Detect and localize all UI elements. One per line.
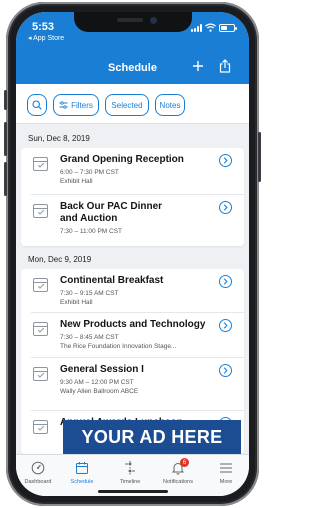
calendar-check-icon[interactable] bbox=[33, 322, 48, 336]
chevron-right-icon[interactable] bbox=[219, 319, 232, 332]
chevron-right-icon[interactable] bbox=[219, 275, 232, 288]
tab-timeline[interactable]: Timeline bbox=[108, 459, 152, 485]
sliders-icon bbox=[59, 101, 68, 109]
signal-icon bbox=[191, 24, 202, 32]
session-time: 7:30 – 9:15 AM CST bbox=[60, 290, 119, 297]
tab-label: Timeline bbox=[119, 479, 141, 485]
home-indicator bbox=[98, 490, 168, 493]
calendar-check-icon[interactable] bbox=[33, 204, 48, 218]
selected-label: Selected bbox=[111, 100, 143, 110]
tab-label: More bbox=[219, 479, 233, 485]
notch bbox=[74, 12, 192, 32]
tab-label: Schedule bbox=[70, 479, 94, 485]
day-header: Mon, Dec 9, 2019 bbox=[28, 255, 92, 264]
session-title: General Session I bbox=[60, 364, 144, 375]
phone-frame: 5:53 ◂ App Store Schedule Filters Select… bbox=[4, 2, 261, 506]
session-title: Continental Breakfast bbox=[60, 275, 164, 286]
session-item[interactable]: Grand Opening Reception 6:00 – 7:30 PM C… bbox=[21, 148, 244, 194]
wifi-icon bbox=[205, 23, 216, 32]
session-title: New Products and Technology bbox=[60, 319, 206, 330]
status-time: 5:53 bbox=[32, 21, 55, 33]
calendar-icon bbox=[76, 462, 88, 474]
battery-icon bbox=[219, 24, 237, 32]
filters-button[interactable]: Filters bbox=[53, 94, 99, 116]
chevron-right-icon[interactable] bbox=[219, 201, 232, 214]
search-button[interactable] bbox=[27, 94, 47, 116]
session-time: 7:30 – 8:45 AM CST bbox=[60, 334, 119, 341]
day-card: Grand Opening Reception 6:00 – 7:30 PM C… bbox=[21, 148, 244, 246]
day-header: Sun, Dec 8, 2019 bbox=[28, 134, 90, 143]
notes-button[interactable]: Notes bbox=[155, 94, 185, 116]
calendar-check-icon[interactable] bbox=[33, 420, 48, 434]
tab-label: Dashboard bbox=[24, 479, 52, 485]
tab-label: Notifications bbox=[163, 479, 193, 485]
share-icon bbox=[219, 59, 231, 73]
session-location: Exhibit Hall bbox=[60, 299, 93, 306]
app-header: 5:53 ◂ App Store Schedule bbox=[16, 12, 249, 84]
tab-notifications[interactable]: 6 Notifications bbox=[156, 458, 200, 485]
volume-down-button bbox=[4, 162, 7, 196]
filters-label: Filters bbox=[71, 100, 93, 110]
session-title: Grand Opening Reception bbox=[60, 154, 184, 165]
session-time: 6:00 – 7:30 PM CST bbox=[60, 169, 119, 176]
session-time: 7:30 – 11:00 PM CST bbox=[60, 228, 123, 235]
tab-schedule[interactable]: Schedule bbox=[60, 459, 104, 485]
session-item[interactable]: Back Our PAC Dinner and Auction 7:30 – 1… bbox=[21, 195, 244, 246]
status-icons bbox=[191, 23, 237, 32]
session-item[interactable]: New Products and Technology 7:30 – 8:45 … bbox=[21, 313, 244, 357]
session-location: The Rice Foundation Innovation Stage... bbox=[60, 343, 177, 350]
session-time: 9:30 AM – 12:00 PM CST bbox=[60, 379, 134, 386]
add-button[interactable] bbox=[188, 56, 208, 76]
session-item[interactable]: Continental Breakfast 7:30 – 9:15 AM CST… bbox=[21, 269, 244, 313]
chevron-right-icon[interactable] bbox=[219, 364, 232, 377]
notification-badge: 6 bbox=[180, 458, 189, 467]
menu-icon bbox=[220, 463, 232, 473]
power-button bbox=[258, 132, 261, 182]
back-to-app-store-link[interactable]: ◂ App Store bbox=[28, 34, 64, 42]
timeline-icon bbox=[125, 461, 135, 475]
notes-label: Notes bbox=[159, 100, 181, 110]
tab-dashboard[interactable]: Dashboard bbox=[16, 459, 60, 485]
share-button[interactable] bbox=[215, 56, 235, 76]
selected-button[interactable]: Selected bbox=[105, 94, 149, 116]
volume-up-button bbox=[4, 122, 7, 156]
tab-more[interactable]: More bbox=[204, 459, 248, 485]
calendar-check-icon[interactable] bbox=[33, 157, 48, 171]
session-location: Wally Allen Ballroom ABCE bbox=[60, 388, 139, 395]
ad-banner[interactable]: YOUR AD HERE bbox=[63, 420, 241, 454]
search-icon bbox=[32, 100, 42, 110]
chevron-right-icon[interactable] bbox=[219, 154, 232, 167]
filter-bar: Filters Selected Notes bbox=[16, 84, 249, 124]
mute-switch bbox=[4, 90, 7, 110]
app-screen: 5:53 ◂ App Store Schedule Filters Select… bbox=[16, 12, 249, 496]
dashboard-icon bbox=[31, 461, 45, 475]
session-location: Exhibit Hall bbox=[60, 178, 93, 185]
calendar-check-icon[interactable] bbox=[33, 278, 48, 292]
session-item[interactable]: General Session I 9:30 AM – 12:00 PM CST… bbox=[21, 358, 244, 410]
calendar-check-icon[interactable] bbox=[33, 367, 48, 381]
session-title: Back Our PAC Dinner and Auction bbox=[60, 201, 163, 224]
plus-icon bbox=[193, 61, 203, 71]
